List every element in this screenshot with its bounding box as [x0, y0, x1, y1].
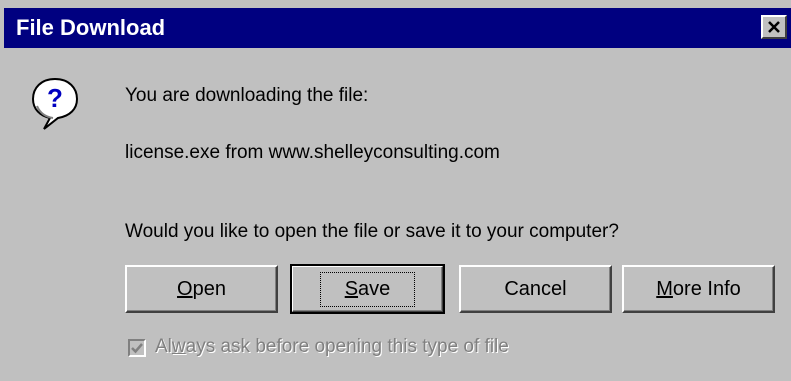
always-ask-checkbox[interactable]: [128, 339, 146, 357]
dialog-title: File Download: [16, 15, 166, 40]
save-button[interactable]: Save: [290, 264, 445, 314]
save-button-label: Save: [319, 271, 416, 307]
message-line-1: You are downloading the file:: [125, 85, 369, 106]
close-icon: [768, 21, 780, 33]
close-button[interactable]: [761, 15, 787, 39]
question-text: Would you like to open the file or save …: [125, 221, 619, 242]
open-button-label: Open: [177, 277, 226, 300]
checkmark-icon: [131, 343, 143, 354]
more-info-button[interactable]: More Info: [622, 265, 775, 313]
open-button[interactable]: Open: [125, 265, 278, 313]
dialog-body: ? You are downloading the file: license.…: [4, 48, 791, 381]
cancel-button[interactable]: Cancel: [459, 265, 612, 313]
message-file-source: license.exe from www.shelleyconsulting.c…: [125, 142, 500, 163]
question-balloon-icon: ?: [31, 77, 79, 130]
always-ask-label: Always ask before opening this type of f…: [155, 336, 509, 357]
more-info-button-label: More Info: [656, 277, 741, 300]
cancel-button-label: Cancel: [504, 277, 567, 300]
svg-text:?: ?: [47, 83, 63, 113]
file-download-dialog: File Download ? You are downloading the …: [0, 0, 791, 381]
title-bar[interactable]: File Download: [4, 8, 791, 48]
